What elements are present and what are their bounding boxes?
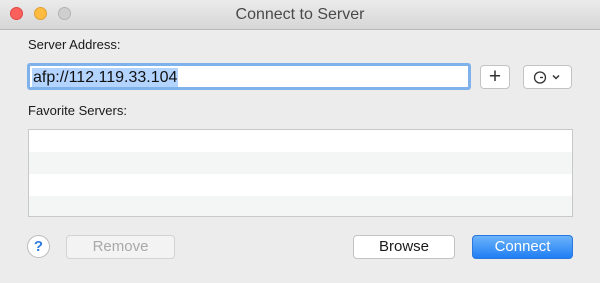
title-bar[interactable]: Connect to Server <box>0 0 600 30</box>
plus-icon: + <box>488 65 502 88</box>
favorite-servers-list[interactable] <box>28 129 573 217</box>
window-title: Connect to Server <box>235 6 365 23</box>
server-address-label: Server Address: <box>28 37 121 52</box>
help-button[interactable]: ? <box>27 235 50 258</box>
remove-button[interactable]: Remove <box>66 235 175 259</box>
list-item[interactable] <box>29 196 572 216</box>
list-item[interactable] <box>29 152 572 174</box>
server-address-value: afp://112.119.33.104 <box>32 68 179 87</box>
add-favorite-button[interactable]: + <box>480 65 510 89</box>
server-address-input[interactable]: afp://112.119.33.104 <box>27 63 471 90</box>
list-item[interactable] <box>29 174 572 196</box>
browse-button[interactable]: Browse <box>353 235 455 259</box>
favorite-servers-label: Favorite Servers: <box>28 103 127 118</box>
recent-servers-button[interactable] <box>523 65 572 89</box>
clock-icon <box>533 71 560 84</box>
connect-to-server-window: Connect to Server Server Address: afp://… <box>0 0 600 283</box>
connect-button[interactable]: Connect <box>472 235 573 259</box>
list-item[interactable] <box>29 130 572 152</box>
